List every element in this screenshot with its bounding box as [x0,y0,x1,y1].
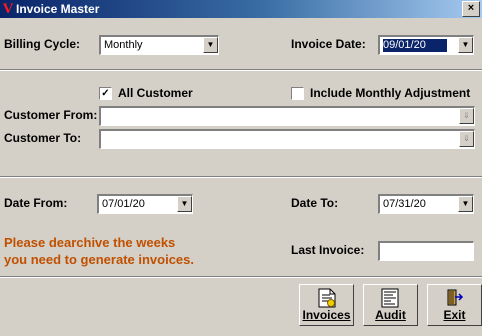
invoice-date-picker[interactable]: 09/01/20 ▼ [378,35,474,55]
date-to-dropdown-icon[interactable]: ▼ [458,196,473,212]
date-from-picker[interactable]: 07/01/20 ▼ [97,194,193,214]
billing-cycle-value: Monthly [104,39,143,51]
dearchive-notice: Please dearchive the weeks you need to g… [4,234,194,268]
date-to-picker[interactable]: 07/31/20 ▼ [378,194,474,214]
customer-to-lookup-icon[interactable]: ⇓ [459,131,474,147]
invoices-button[interactable]: Invoices [299,284,354,326]
all-customer-checkbox[interactable]: ✓ [99,87,112,100]
date-from-value: 07/01/20 [102,198,145,210]
billing-cycle-select[interactable]: Monthly ▼ [99,35,219,55]
invoices-button-label: Invoices [302,308,351,322]
customer-from-lookup-icon[interactable]: ⇓ [459,108,474,124]
date-from-label: Date From: [4,196,68,210]
all-customer-label: All Customer [118,86,193,100]
title-bar: V Invoice Master × [0,0,482,18]
date-to-label: Date To: [291,196,339,210]
exit-button-label: Exit [443,308,466,322]
invoice-date-label: Invoice Date: [291,37,366,51]
separator [0,176,482,178]
invoice-document-icon [318,288,336,308]
notice-line-1: Please dearchive the weeks [4,235,176,250]
window-title: Invoice Master [16,2,100,16]
date-to-value: 07/31/20 [383,198,426,210]
customer-to-field[interactable]: ⇓ [99,129,475,149]
customer-to-label: Customer To: [4,131,82,145]
audit-report-icon [381,288,399,308]
invoice-date-value: 09/01/20 [383,39,447,52]
close-button[interactable]: × [462,1,480,17]
notice-line-2: you need to generate invoices. [4,252,194,267]
exit-button[interactable]: Exit [427,284,482,326]
invoice-date-dropdown-icon[interactable]: ▼ [458,37,473,53]
separator [0,69,482,71]
last-invoice-label: Last Invoice: [291,243,365,257]
exit-door-icon [447,289,464,306]
customer-from-field[interactable]: ⇓ [99,106,475,126]
audit-button[interactable]: Audit [363,284,418,326]
customer-from-label: Customer From: [4,108,98,122]
app-logo-icon: V [2,1,14,17]
audit-button-label: Audit [375,308,406,322]
billing-cycle-dropdown-icon[interactable]: ▼ [203,37,218,53]
last-invoice-field[interactable] [378,241,474,261]
separator [0,276,482,278]
monthly-adjustment-checkbox[interactable] [291,87,304,100]
monthly-adjustment-label: Include Monthly Adjustment [310,86,471,100]
date-from-dropdown-icon[interactable]: ▼ [177,196,192,212]
billing-cycle-label: Billing Cycle: [4,37,81,51]
